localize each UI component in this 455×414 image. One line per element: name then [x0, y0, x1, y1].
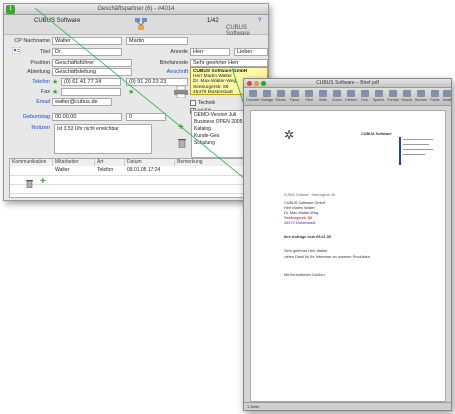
zoom-icon — [333, 90, 341, 97]
rotate-icon — [347, 90, 355, 97]
preview-icon — [403, 90, 411, 97]
toolbar-item[interactable]: Favor. — [288, 90, 302, 102]
recipient-line: CUBUS Software GmbH — [284, 201, 326, 205]
toolbar-item[interactable]: Vorlage — [260, 90, 274, 102]
toolbar-item[interactable]: Zoom — [330, 90, 344, 102]
document-window-title: CUBUS Software – Brief.pdf — [316, 80, 379, 86]
recipient-line: Herr Martin Walter — [284, 206, 315, 210]
document-statusbar: 1 Seite — [244, 402, 451, 410]
letter-body-line: Sehr geehrter Herr Walter, — [284, 249, 329, 253]
letter-company: CUBUS Software — [361, 132, 392, 136]
toolbar-item[interactable]: Pfeil — [302, 90, 316, 102]
toolbar-item[interactable]: Inhalt — [440, 90, 454, 102]
recipient-line: 45479 Musterstadt — [284, 221, 316, 225]
letterhead-line — [403, 139, 433, 140]
favorite-icon — [291, 90, 299, 97]
letterhead-line — [403, 154, 425, 155]
letterhead-bar — [399, 137, 401, 165]
toolbar-item[interactable]: Dok. — [358, 90, 372, 102]
letter-subject: Ihre Anfrage vom 09.01.05 — [284, 235, 331, 239]
toolbar-item[interactable]: Drucken — [246, 90, 260, 102]
page-count: 1 Seite — [247, 404, 260, 409]
logo-icon: ✲ — [284, 128, 295, 142]
arrow-icon — [305, 90, 313, 97]
print-icon — [249, 90, 257, 97]
search-icon — [417, 90, 425, 97]
toolbar-item[interactable]: Rücks. — [274, 90, 288, 102]
format-icon — [389, 90, 397, 97]
document-window: CUBUS Software – Brief.pdf Drucken Vorla… — [243, 78, 452, 411]
letterhead-line — [403, 149, 433, 150]
document-icon — [361, 90, 369, 97]
recipient-line: Seeburgerstr. 86 — [284, 216, 313, 220]
letter-body-line: Mit freundlichen Grüßen — [284, 273, 325, 277]
letter-body-line: vielen Dank für Ihr Interesse an unseren… — [284, 255, 371, 259]
letterhead-line — [403, 144, 429, 145]
back-icon — [277, 90, 285, 97]
sender-line: CUBUS Software · Seeburgerstr. 86 — [284, 193, 336, 197]
toolbar-item[interactable]: Suchen — [414, 90, 428, 102]
contents-icon — [443, 90, 451, 97]
color-icon — [431, 90, 439, 97]
toolbar-item[interactable]: Vorsch. — [400, 90, 414, 102]
toolbar-item[interactable]: Format — [386, 90, 400, 102]
document-page: ✲ CUBUS Software CUBUS Software · Seebur… — [250, 110, 446, 402]
recipient-line: Dr. Max-Walter-Weg — [284, 211, 319, 215]
toolbar-item[interactable]: Seite — [316, 90, 330, 102]
toolbar-item[interactable]: Drehen — [344, 90, 358, 102]
toolbar-item[interactable]: Speich. — [372, 90, 386, 102]
template-icon — [263, 90, 271, 97]
document-toolbar: Drucken Vorlage Rücks. Favor. Pfeil Seit… — [244, 88, 451, 106]
page-icon — [319, 90, 327, 97]
save-icon — [375, 90, 383, 97]
document-titlebar[interactable]: CUBUS Software – Brief.pdf — [244, 79, 451, 88]
